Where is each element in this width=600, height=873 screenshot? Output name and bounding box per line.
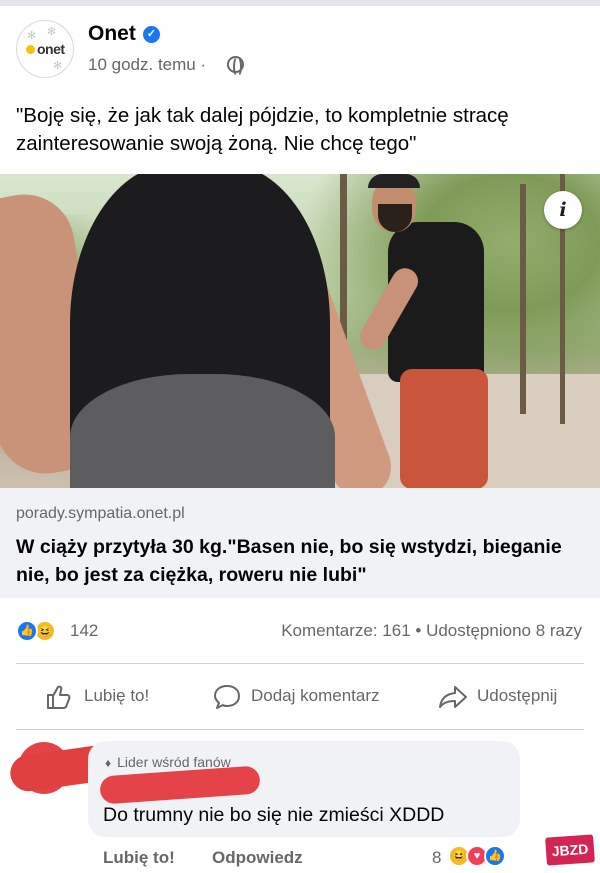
top-strip [0, 0, 600, 6]
watermark-logo: JBZD [545, 834, 595, 866]
page-name[interactable]: Onet [88, 22, 136, 46]
comment-button[interactable]: Dodaj komentarz [212, 682, 402, 712]
like-reaction-icon: 👍 [16, 620, 38, 642]
post-text: "Boję się, że jak tak dalej pójdzie, to … [16, 104, 509, 155]
page-avatar[interactable]: ✻ ✻ ✻ onet [16, 20, 74, 78]
divider [16, 663, 584, 664]
comment-reactions-count[interactable]: 8 [432, 848, 441, 868]
like-button[interactable]: Lubię to! [44, 682, 184, 712]
comment-reply-button[interactable]: Odpowiedz [212, 848, 303, 868]
share-button-label: Udostępnij [477, 686, 558, 705]
thumbs-up-icon [47, 685, 71, 709]
post-time[interactable]: 10 godz. temu · [88, 55, 206, 75]
globe-icon [227, 56, 244, 77]
share-button[interactable]: Udostępnij [437, 682, 587, 712]
gem-icon: ♦ [105, 756, 112, 770]
comment-button-label: Dodaj komentarz [251, 686, 380, 705]
like-reaction-icon: 👍 [484, 845, 506, 867]
snowflake-icon: ✻ [53, 60, 63, 72]
share-icon [439, 686, 467, 708]
onet-sun-logo [26, 45, 35, 54]
woman-leggings [70, 374, 335, 488]
comment-text: Do trumny nie bo się nie zmieści XDDD [103, 804, 445, 826]
divider [16, 729, 584, 730]
top-fan-badge: ♦ Lider wśród fanów [105, 754, 231, 770]
comment-icon [214, 685, 240, 709]
reactions-count[interactable]: 142 [70, 621, 98, 641]
link-title[interactable]: W ciąży przytyła 30 kg."Basen nie, bo si… [16, 533, 586, 589]
snowflake-icon: ✻ [47, 26, 57, 38]
link-preview-image[interactable] [0, 174, 600, 488]
info-icon[interactable]: i [544, 191, 582, 229]
like-button-label: Lubię to! [84, 686, 150, 705]
snowflake-icon: ✻ [27, 30, 37, 42]
avatar-logo-text: onet [37, 41, 65, 57]
comment-like-button[interactable]: Lubię to! [103, 848, 175, 868]
comments-shares-count[interactable]: Komentarze: 161 • Udostępniono 8 razy [281, 621, 582, 641]
verified-icon: ✓ [143, 26, 160, 43]
link-domain: porady.sympatia.onet.pl [16, 505, 185, 522]
